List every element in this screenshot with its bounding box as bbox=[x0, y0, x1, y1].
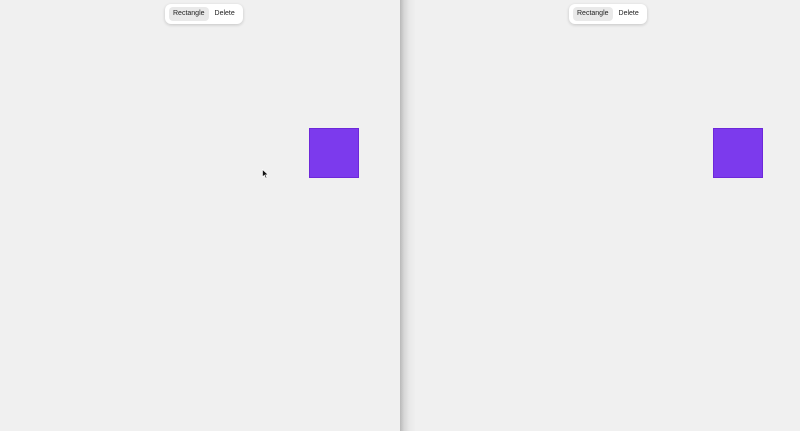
right-toolbar: Rectangle Delete bbox=[569, 4, 647, 24]
delete-button[interactable]: Delete bbox=[615, 7, 643, 21]
delete-button[interactable]: Delete bbox=[211, 7, 239, 21]
split-canvas-view: Rectangle Delete Rectangle Delete bbox=[0, 0, 800, 431]
purple-rectangle-shape[interactable] bbox=[713, 128, 763, 178]
left-canvas[interactable]: Rectangle Delete bbox=[0, 0, 400, 431]
arrow-pointer-icon bbox=[262, 169, 269, 179]
right-canvas[interactable]: Rectangle Delete bbox=[416, 0, 800, 431]
rectangle-tool-button[interactable]: Rectangle bbox=[573, 7, 613, 21]
split-divider[interactable] bbox=[400, 0, 416, 431]
left-toolbar: Rectangle Delete bbox=[165, 4, 243, 24]
purple-rectangle-shape[interactable] bbox=[309, 128, 359, 178]
rectangle-tool-button[interactable]: Rectangle bbox=[169, 7, 209, 21]
